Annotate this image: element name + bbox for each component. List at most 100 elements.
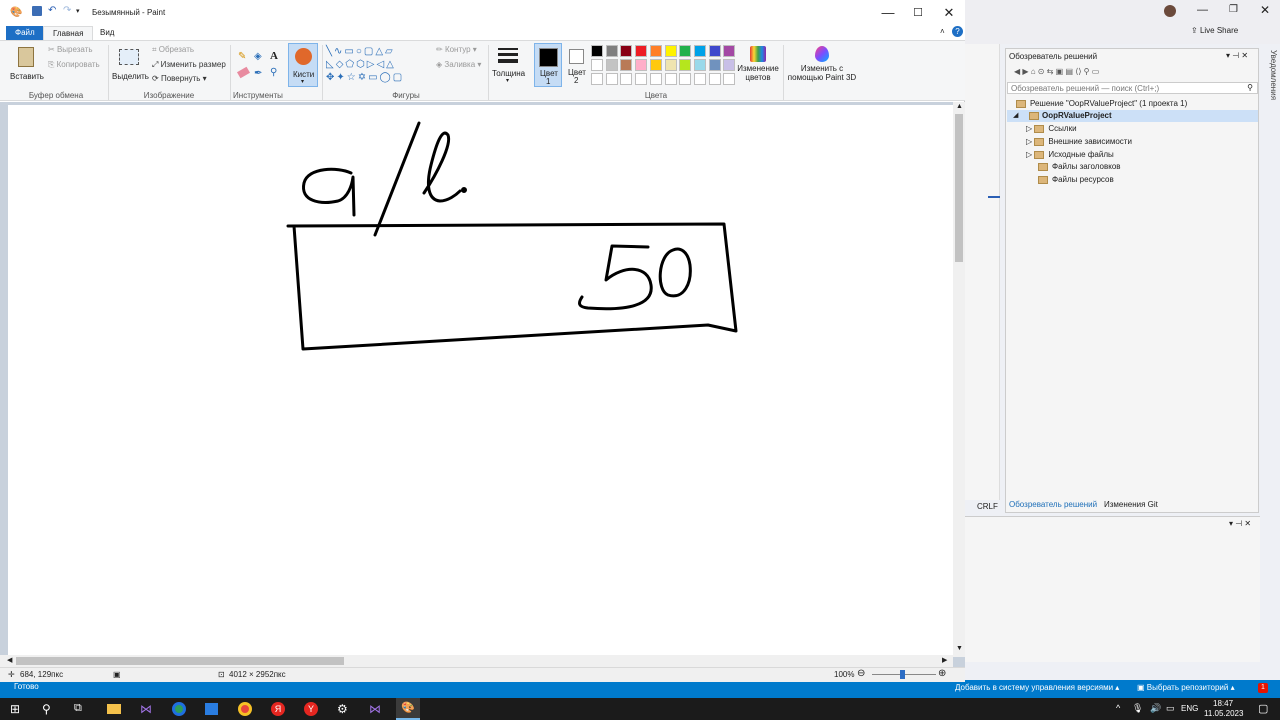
outline-button[interactable]: ✏ Контур ▾ — [436, 45, 477, 54]
panel-pin-icon[interactable]: ▾ ⊣ ✕ — [1226, 51, 1248, 60]
color-swatch[interactable] — [679, 45, 692, 57]
select-button[interactable]: Выделить — [111, 45, 149, 89]
tree-item-external[interactable]: ▷ Внешние зависимости — [1026, 137, 1132, 146]
notification-badge[interactable]: 1 — [1258, 683, 1268, 693]
paint3d-button[interactable]: Изменить с помощью Paint 3D — [786, 45, 858, 89]
explorer-icon[interactable] — [107, 704, 121, 714]
color-picker-icon[interactable]: ✒ — [254, 68, 262, 79]
tree-item-references[interactable]: ▷ Ссылки — [1026, 124, 1077, 133]
drawing-canvas[interactable] — [8, 105, 953, 655]
empty-swatch[interactable] — [723, 73, 736, 85]
qat-dropdown-icon[interactable]: ▾ — [76, 7, 80, 15]
account-avatar[interactable] — [1164, 5, 1176, 17]
color-swatch[interactable] — [635, 45, 648, 57]
color-swatch[interactable] — [708, 59, 721, 71]
color-swatch[interactable] — [605, 45, 618, 57]
tab-home[interactable]: Главная — [43, 26, 94, 40]
tab-file[interactable]: Файл — [6, 26, 44, 40]
add-vcs-button[interactable]: Добавить в систему управления версиями ▴ — [955, 683, 1119, 692]
tab-git-changes[interactable]: Изменения Git — [1104, 500, 1158, 509]
color1-button[interactable]: Цвет 1 — [534, 43, 562, 87]
eraser-icon[interactable] — [236, 66, 251, 79]
magnifier-icon[interactable]: ⚲ — [270, 67, 277, 78]
tree-item-resources[interactable]: Файлы ресурсов — [1038, 175, 1114, 184]
color-swatch[interactable] — [664, 45, 677, 57]
color-swatch[interactable] — [635, 59, 648, 71]
empty-swatch[interactable] — [591, 73, 603, 85]
empty-swatch[interactable] — [693, 73, 706, 85]
tree-item-sources[interactable]: ▷ Исходные файлы — [1026, 150, 1114, 159]
solution-node[interactable]: Решение "OopRValueProject" (1 проекта 1) — [1016, 99, 1187, 108]
empty-swatch[interactable] — [635, 73, 648, 85]
cut-button[interactable]: ✂ Вырезать — [48, 45, 93, 54]
visual-studio-icon-2[interactable]: ⋈ — [369, 702, 381, 716]
zoom-slider-thumb[interactable] — [900, 670, 905, 679]
redo-icon[interactable]: ↷ — [63, 5, 71, 16]
settings-icon[interactable]: ⚙ — [337, 702, 348, 716]
rotate-button[interactable]: ⟳ Повернуть ▾ — [152, 74, 207, 83]
microphone-icon[interactable]: 🎙 — [1132, 703, 1143, 714]
language-indicator[interactable]: ENG — [1181, 704, 1198, 713]
chrome-icon[interactable] — [172, 702, 186, 716]
notifications-tab[interactable]: Уведомления — [1262, 50, 1278, 110]
scroll-right-icon[interactable]: ▶ — [942, 656, 947, 664]
clock-date[interactable]: 11.05.2023 — [1204, 709, 1243, 718]
empty-swatch[interactable] — [679, 73, 692, 85]
zoom-out-button[interactable]: ⊖ — [857, 668, 865, 679]
yandex-icon[interactable]: Я — [271, 702, 285, 716]
horizontal-scrollbar[interactable]: ◀ ▶ — [0, 655, 953, 667]
search-icon[interactable]: ⚲ — [42, 702, 51, 716]
vs-close-button[interactable]: ✕ — [1260, 3, 1270, 17]
vertical-scroll-thumb[interactable] — [955, 114, 963, 262]
scroll-down-icon[interactable]: ▼ — [956, 645, 963, 652]
empty-swatch[interactable] — [649, 73, 662, 85]
fill-button[interactable]: ◈ Заливка ▾ — [436, 60, 481, 69]
visual-studio-icon[interactable]: ⋈ — [140, 702, 152, 716]
pencil-icon[interactable]: ✎ — [238, 51, 246, 62]
save-icon[interactable] — [32, 6, 42, 16]
crop-button[interactable]: ⌗ Обрезать — [152, 45, 194, 55]
fill-icon[interactable]: ◈ — [254, 51, 262, 62]
task-view-icon[interactable]: ⧉ — [74, 702, 82, 715]
color-swatch[interactable] — [723, 59, 736, 71]
solution-search-input[interactable]: Обозреватель решений — поиск (Ctrl+;) ⚲ — [1007, 82, 1258, 94]
color-swatch[interactable] — [591, 45, 603, 57]
horizontal-scroll-thumb[interactable] — [16, 657, 344, 665]
notification-center-icon[interactable]: ▢ — [1258, 702, 1268, 715]
empty-swatch[interactable] — [708, 73, 721, 85]
vertical-scrollbar[interactable]: ▲ ▼ — [953, 102, 965, 657]
yandex-browser-icon[interactable]: Y — [304, 702, 318, 716]
scroll-up-icon[interactable]: ▲ — [956, 103, 963, 110]
color-swatch[interactable] — [620, 45, 633, 57]
color-swatch[interactable] — [591, 59, 603, 71]
tab-solution-explorer[interactable]: Обозреватель решений — [1009, 500, 1097, 509]
maximize-button[interactable]: ☐ — [902, 0, 934, 26]
scroll-left-icon[interactable]: ◀ — [7, 656, 12, 664]
copy-button[interactable]: ⎘ Копировать — [48, 60, 100, 70]
edit-colors-button[interactable]: Изменение цветов — [737, 45, 779, 89]
zoom-in-button[interactable]: ⊕ — [938, 668, 946, 679]
chrome-icon-2[interactable] — [238, 702, 252, 716]
color-swatch[interactable] — [679, 59, 692, 71]
text-icon[interactable]: A — [270, 50, 278, 62]
minimize-button[interactable]: — — [872, 0, 904, 26]
color-swatch[interactable] — [649, 59, 662, 71]
start-icon[interactable]: ⊞ — [10, 702, 20, 716]
store-icon[interactable] — [205, 703, 218, 715]
live-share-button[interactable]: ⇪ Live Share — [1191, 26, 1238, 35]
vs-maximize-button[interactable]: ❐ — [1229, 4, 1238, 15]
network-icon[interactable]: ▭ — [1166, 703, 1175, 714]
color-swatch[interactable] — [649, 45, 662, 57]
color-swatch[interactable] — [693, 59, 706, 71]
project-node[interactable]: ◢ OopRValueProject — [1007, 110, 1258, 122]
empty-swatch[interactable] — [605, 73, 618, 85]
tree-item-headers[interactable]: Файлы заголовков — [1038, 162, 1121, 171]
color-swatch[interactable] — [693, 45, 706, 57]
vs-minimize-button[interactable]: — — [1197, 4, 1208, 16]
color-swatch[interactable] — [708, 45, 721, 57]
clock-time[interactable]: 18:47 — [1213, 699, 1233, 708]
volume-icon[interactable]: 🔊 — [1150, 703, 1161, 714]
size-button[interactable]: Толщина ▾ — [492, 45, 526, 89]
color-swatch[interactable] — [620, 59, 633, 71]
close-button[interactable]: ✕ — [933, 0, 965, 26]
